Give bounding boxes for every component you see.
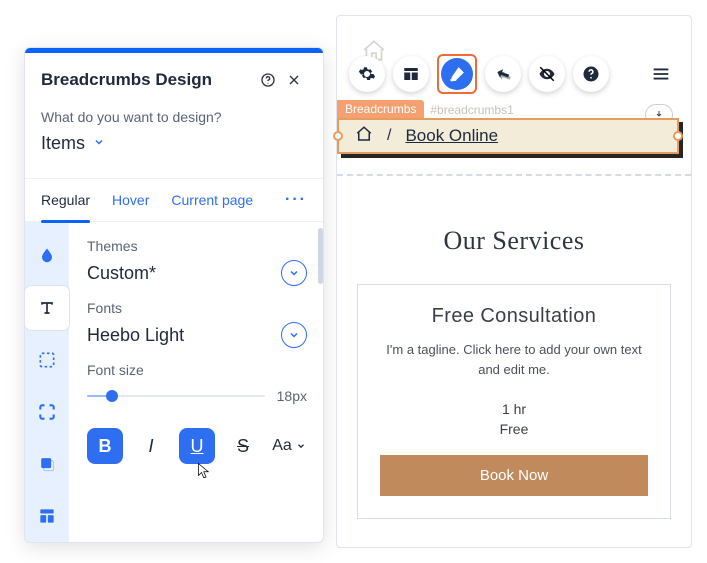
fonts-select[interactable]: Heebo Light <box>87 322 307 348</box>
design-scope-dropdown[interactable]: Items <box>41 133 307 170</box>
service-price: Free <box>380 421 648 437</box>
layout-button[interactable] <box>393 56 429 92</box>
help-button[interactable] <box>255 67 281 93</box>
fonts-label: Fonts <box>87 300 307 316</box>
breadcrumb-element-wrap: / Book Online <box>337 118 679 154</box>
home-icon[interactable] <box>355 125 373 148</box>
underline-button[interactable]: U <box>179 428 215 464</box>
rail-shadow-button[interactable] <box>25 442 69 486</box>
chevron-down-icon <box>296 441 306 451</box>
service-duration: 1 hr <box>380 401 648 417</box>
cursor-icon <box>194 462 212 485</box>
fontsize-row: 18px <box>87 388 307 404</box>
rail-layout-button[interactable] <box>25 494 69 538</box>
fontsize-value: 18px <box>277 388 307 404</box>
tab-current-page[interactable]: Current page <box>171 178 253 222</box>
strike-button[interactable]: S <box>225 428 261 464</box>
design-panel: Breadcrumbs Design What do you want to d… <box>24 47 324 543</box>
menu-button[interactable] <box>643 56 679 92</box>
service-title: Free Consultation <box>380 305 648 328</box>
bold-button[interactable]: B <box>87 428 123 464</box>
design-button[interactable] <box>437 54 477 94</box>
element-toolbar <box>337 54 691 94</box>
services-heading: Our Services <box>337 226 691 256</box>
design-scope-value: Items <box>41 133 85 154</box>
design-siderail <box>25 222 69 542</box>
service-tagline[interactable]: I'm a tagline. Click here to add your ow… <box>380 340 648 379</box>
tab-regular[interactable]: Regular <box>41 178 90 222</box>
themes-select[interactable]: Custom* <box>87 260 307 286</box>
tabs-overflow-button[interactable]: ··· <box>285 191 307 209</box>
fontsize-slider[interactable] <box>87 388 265 404</box>
design-properties: Themes Custom* Fonts Heebo Light Font si… <box>69 222 324 542</box>
service-card: Free Consultation I'm a tagline. Click h… <box>357 284 671 519</box>
book-now-button[interactable]: Book Now <box>380 455 648 496</box>
chevron-down-icon <box>93 135 105 153</box>
design-question: What do you want to design? <box>41 109 307 125</box>
element-label: Breadcrumbs #breadcrumbs1 <box>337 100 520 119</box>
animation-button[interactable] <box>485 56 521 92</box>
hide-button[interactable] <box>529 56 565 92</box>
breadcrumb-element[interactable]: / Book Online <box>337 118 679 154</box>
chevron-down-icon <box>281 260 307 286</box>
panel-subhead: What do you want to design? Items <box>25 103 323 170</box>
rail-corners-button[interactable] <box>25 390 69 434</box>
breadcrumb-current[interactable]: Book Online <box>405 126 498 146</box>
fonts-value: Heebo Light <box>87 325 281 346</box>
text-format-row: B I U S Aa <box>87 428 307 464</box>
resize-handle-right[interactable] <box>673 131 683 141</box>
panel-header: Breadcrumbs Design <box>25 53 323 103</box>
element-type-tag: Breadcrumbs <box>337 100 424 119</box>
italic-button[interactable]: I <box>133 428 169 464</box>
themes-value: Custom* <box>87 263 281 284</box>
rail-fill-button[interactable] <box>25 234 69 278</box>
help-button[interactable] <box>573 56 609 92</box>
settings-button[interactable] <box>349 56 385 92</box>
panel-title: Breadcrumbs Design <box>41 70 255 90</box>
rail-text-button[interactable] <box>25 286 69 330</box>
fontsize-label: Font size <box>87 362 307 378</box>
state-tabs: Regular Hover Current page ··· <box>25 178 323 222</box>
case-button[interactable]: Aa <box>271 428 307 464</box>
preview-canvas: Breadcrumbs #breadcrumbs1 / Book Online … <box>336 15 692 548</box>
resize-handle-left[interactable] <box>333 131 343 141</box>
section-divider <box>337 174 691 176</box>
panel-body: Themes Custom* Fonts Heebo Light Font si… <box>25 222 323 542</box>
themes-label: Themes <box>87 238 307 254</box>
chevron-down-icon <box>281 322 307 348</box>
rail-border-button[interactable] <box>25 338 69 382</box>
scrollbar-thumb[interactable] <box>318 228 323 284</box>
slider-thumb[interactable] <box>106 390 118 402</box>
close-button[interactable] <box>281 67 307 93</box>
breadcrumb-separator: / <box>387 127 391 145</box>
element-id-tag: #breadcrumbs1 <box>424 101 519 119</box>
tab-hover[interactable]: Hover <box>112 178 149 222</box>
